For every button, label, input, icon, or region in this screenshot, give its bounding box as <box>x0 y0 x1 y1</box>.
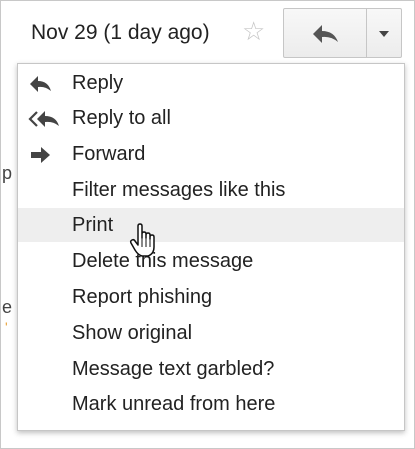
menu-item-text-garbled[interactable]: Message text garbled? <box>18 352 404 386</box>
more-actions-button[interactable] <box>366 8 402 58</box>
menu-item-label: Show original <box>72 322 193 344</box>
menu-item-show-original[interactable]: Show original <box>18 316 404 350</box>
menu-item-label: Reply to all <box>72 107 171 129</box>
more-actions-menu: Reply Reply to all Forward Filter messag… <box>17 63 405 431</box>
forward-icon <box>31 147 50 163</box>
menu-item-mark-unread[interactable]: Mark unread from here <box>18 387 404 421</box>
menu-item-reply[interactable]: Reply <box>18 66 404 100</box>
menu-item-delete-message[interactable]: Delete this message <box>18 244 404 278</box>
message-header-panel: Nov 29 (1 day ago) ☆ p e ' Reply Reply t… <box>0 0 415 449</box>
menu-item-label: Report phishing <box>72 286 213 308</box>
background-text-fragment: p <box>2 163 13 183</box>
star-icon[interactable]: ☆ <box>242 18 265 44</box>
menu-item-label: Filter messages like this <box>72 179 286 201</box>
reply-all-icon <box>28 111 59 127</box>
background-text-fragment: ' <box>5 319 8 335</box>
menu-item-forward[interactable]: Forward <box>18 137 404 171</box>
reply-arrow-icon <box>313 25 338 43</box>
menu-item-print[interactable]: Print <box>18 208 404 242</box>
menu-item-label: Forward <box>72 143 146 165</box>
menu-item-label: Message text garbled? <box>72 358 275 380</box>
menu-item-reply-all[interactable]: Reply to all <box>18 101 404 135</box>
menu-item-label: Reply <box>72 72 124 94</box>
menu-item-label: Delete this message <box>72 250 254 272</box>
message-date: Nov 29 (1 day ago) <box>31 21 210 44</box>
menu-item-label: Print <box>72 214 114 236</box>
menu-item-report-phishing[interactable]: Report phishing <box>18 280 404 314</box>
chevron-down-icon <box>379 31 389 37</box>
menu-item-label: Mark unread from here <box>72 393 276 415</box>
reply-button[interactable] <box>283 8 367 58</box>
hand-cursor-icon <box>129 223 155 257</box>
menu-item-filter-messages[interactable]: Filter messages like this <box>18 173 404 207</box>
reply-icon <box>30 76 51 92</box>
background-text-fragment: e <box>2 297 13 317</box>
